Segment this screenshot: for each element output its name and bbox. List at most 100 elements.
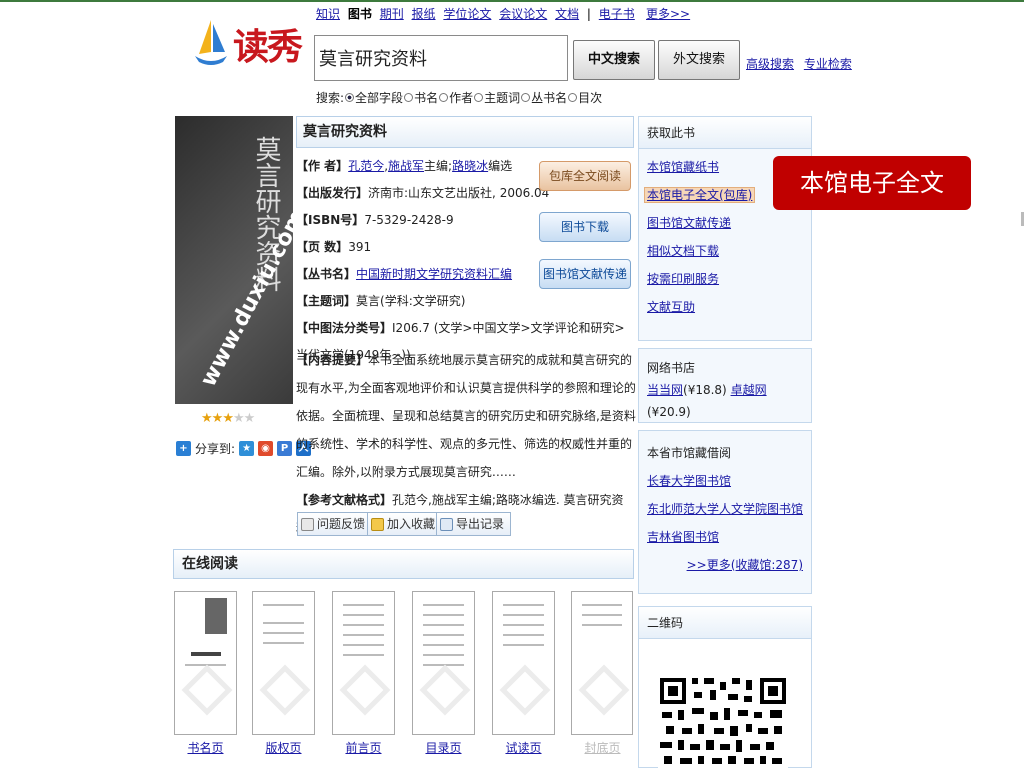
author-link-1[interactable]: 孔范今 <box>348 159 384 173</box>
get-book-panel: 获取此书 本馆馆藏纸书 本馆电子全文(包库) 图书馆文献传递 相似文档下载 按需… <box>638 116 812 341</box>
scope-label-title: 书名 <box>414 91 439 105</box>
scope-radio-subject[interactable] <box>474 93 484 102</box>
author-link-2[interactable]: 施战军 <box>388 159 424 173</box>
rating-stars[interactable]: ★★★★★ <box>201 411 256 426</box>
library-link[interactable]: 吉林省图书馆 <box>647 523 803 551</box>
page-thumbnail-preface[interactable] <box>332 591 395 735</box>
author-tail: 编选 <box>488 159 513 173</box>
publish-value: 济南市:山东文艺出版社, 2006.04 <box>368 186 550 200</box>
nav-item-journals[interactable]: 期刊 <box>380 7 404 21</box>
page-label-title[interactable]: 书名页 <box>174 739 237 756</box>
thumb-line <box>503 634 544 636</box>
qzone-icon[interactable]: ★ <box>239 441 255 456</box>
page-thumbnail-trial[interactable] <box>492 591 555 735</box>
get-item-label[interactable]: 文献互助 <box>647 300 695 314</box>
book-download-button[interactable]: 图书下载 <box>539 212 631 242</box>
scope-radio-title[interactable] <box>404 93 414 102</box>
store-link-dangdang[interactable]: 当当网 <box>647 383 683 397</box>
isbn-key: 【ISBN号】 <box>296 213 365 227</box>
nav-item-conference[interactable]: 会议论文 <box>499 7 547 21</box>
chinese-search-button[interactable]: 中文搜索 <box>573 40 655 80</box>
scope-radio-all[interactable] <box>345 93 355 102</box>
library-link[interactable]: 东北师范大学人文学院图书馆 <box>647 495 803 523</box>
star-icon[interactable]: ★ <box>244 411 256 426</box>
page-label-copyright[interactable]: 版权页 <box>252 739 315 756</box>
thumb-line <box>263 622 304 624</box>
nav-item-knowledge[interactable]: 知识 <box>316 7 340 21</box>
duxiu-logo[interactable]: 读秀 <box>193 12 303 72</box>
cite-key: 【参考文献格式】 <box>296 493 393 507</box>
feedback-button[interactable]: 问题反馈 <box>297 512 373 536</box>
document-delivery-button[interactable]: 图书馆文献传递 <box>539 259 631 289</box>
page-thumbnail-copyright[interactable] <box>252 591 315 735</box>
get-item[interactable]: 本馆馆藏纸书 <box>647 153 755 181</box>
scope-label-all: 全部字段 <box>355 91 404 105</box>
book-cover[interactable]: 莫言研究资料 www.duxiu.com <box>175 116 293 404</box>
page-thumbnail-back[interactable] <box>571 591 633 735</box>
nav-item-documents[interactable]: 文档 <box>555 7 579 21</box>
series-link[interactable]: 中国新时期文学研究资料汇编 <box>356 267 512 281</box>
scope-radio-toc[interactable] <box>568 93 578 102</box>
local-library-title: 本省市馆藏借阅 <box>647 446 732 460</box>
page-label-trial[interactable]: 试读页 <box>492 739 555 756</box>
thumb-line <box>423 644 464 646</box>
top-border <box>0 0 1024 2</box>
export-button[interactable]: 导出记录 <box>436 512 512 536</box>
page-label-back[interactable]: 封底页 <box>571 739 634 756</box>
nav-more-link[interactable]: 更多>> <box>646 5 690 22</box>
search-input[interactable] <box>314 35 568 81</box>
pengyou-icon[interactable]: P <box>277 441 293 456</box>
nav-separator: | <box>586 7 591 21</box>
full-text-read-button[interactable]: 包库全文阅读 <box>539 161 631 191</box>
scope-radio-author[interactable] <box>439 93 449 102</box>
store-link-joyo[interactable]: 卓越网 <box>731 383 767 397</box>
page-thumbnail-title[interactable] <box>174 591 237 735</box>
get-item[interactable]: 按需印刷服务 <box>647 265 755 293</box>
get-item[interactable]: 相似文档下载 <box>647 237 755 265</box>
pro-search-link[interactable]: 专业检索 <box>804 57 852 71</box>
get-item[interactable]: 本馆电子全文(包库) <box>644 181 756 209</box>
weibo-icon[interactable]: ◉ <box>258 441 274 456</box>
favorite-button[interactable]: 加入收藏 <box>367 512 443 536</box>
star-icon[interactable]: ★ <box>222 411 234 426</box>
star-icon[interactable]: ★ <box>201 411 213 426</box>
nav-item-books[interactable]: 图书 <box>348 7 372 21</box>
get-item-label[interactable]: 图书馆文献传递 <box>647 216 731 230</box>
pages-value: 391 <box>348 240 372 254</box>
scope-radio-series[interactable] <box>521 93 531 102</box>
thumb-line <box>582 614 622 616</box>
get-item-label[interactable]: 本馆馆藏纸书 <box>647 160 719 174</box>
qr-code <box>658 674 788 768</box>
thumb-line <box>343 644 384 646</box>
page-label-toc[interactable]: 目录页 <box>412 739 475 756</box>
page-thumbnail-toc[interactable] <box>412 591 475 735</box>
nav-item-ebooks[interactable]: 电子书 <box>599 7 635 21</box>
get-item-label[interactable]: 本馆电子全文(包库) <box>644 187 756 203</box>
get-item-label[interactable]: 按需印刷服务 <box>647 272 719 286</box>
more-libraries-link[interactable]: >>更多(收藏馆:287) <box>647 551 803 579</box>
local-library-panel: 本省市馆藏借阅 长春大学图书馆 东北师范大学人文学院图书馆 吉林省图书馆 >>更… <box>638 430 812 594</box>
library-link[interactable]: 长春大学图书馆 <box>647 467 803 495</box>
nav-item-newspapers[interactable]: 报纸 <box>412 7 436 21</box>
get-item[interactable]: 文献互助 <box>647 293 755 321</box>
sail-logo-icon <box>195 20 227 65</box>
thumb-line <box>343 654 384 656</box>
online-store-panel: 网络书店 当当网(¥18.8) 卓越网 (¥20.9) <box>638 348 812 423</box>
nav-item-theses[interactable]: 学位论文 <box>443 7 491 21</box>
online-store-title: 网络书店 <box>647 361 696 375</box>
get-item-label[interactable]: 相似文档下载 <box>647 244 719 258</box>
subject-key: 【主题词】 <box>296 294 357 308</box>
thumb-cover-art <box>205 598 227 634</box>
star-icon[interactable]: ★ <box>212 411 224 426</box>
author-link-3[interactable]: 路晓冰 <box>452 159 488 173</box>
subject-value: 莫言(学科:文学研究) <box>356 294 466 308</box>
advanced-search-link[interactable]: 高级搜索 <box>746 57 794 71</box>
star-icon[interactable]: ★ <box>233 411 245 426</box>
thumb-line <box>343 604 384 606</box>
plus-icon[interactable]: + <box>176 441 191 456</box>
get-item[interactable]: 图书馆文献传递 <box>647 209 755 237</box>
foreign-search-button[interactable]: 外文搜索 <box>658 40 740 80</box>
category-nav: 知识 图书 期刊 报纸 学位论文 会议论文 文档 | 电子书 更多>> <box>316 5 690 22</box>
page-label-preface[interactable]: 前言页 <box>332 739 395 756</box>
thumb-line <box>582 604 622 606</box>
